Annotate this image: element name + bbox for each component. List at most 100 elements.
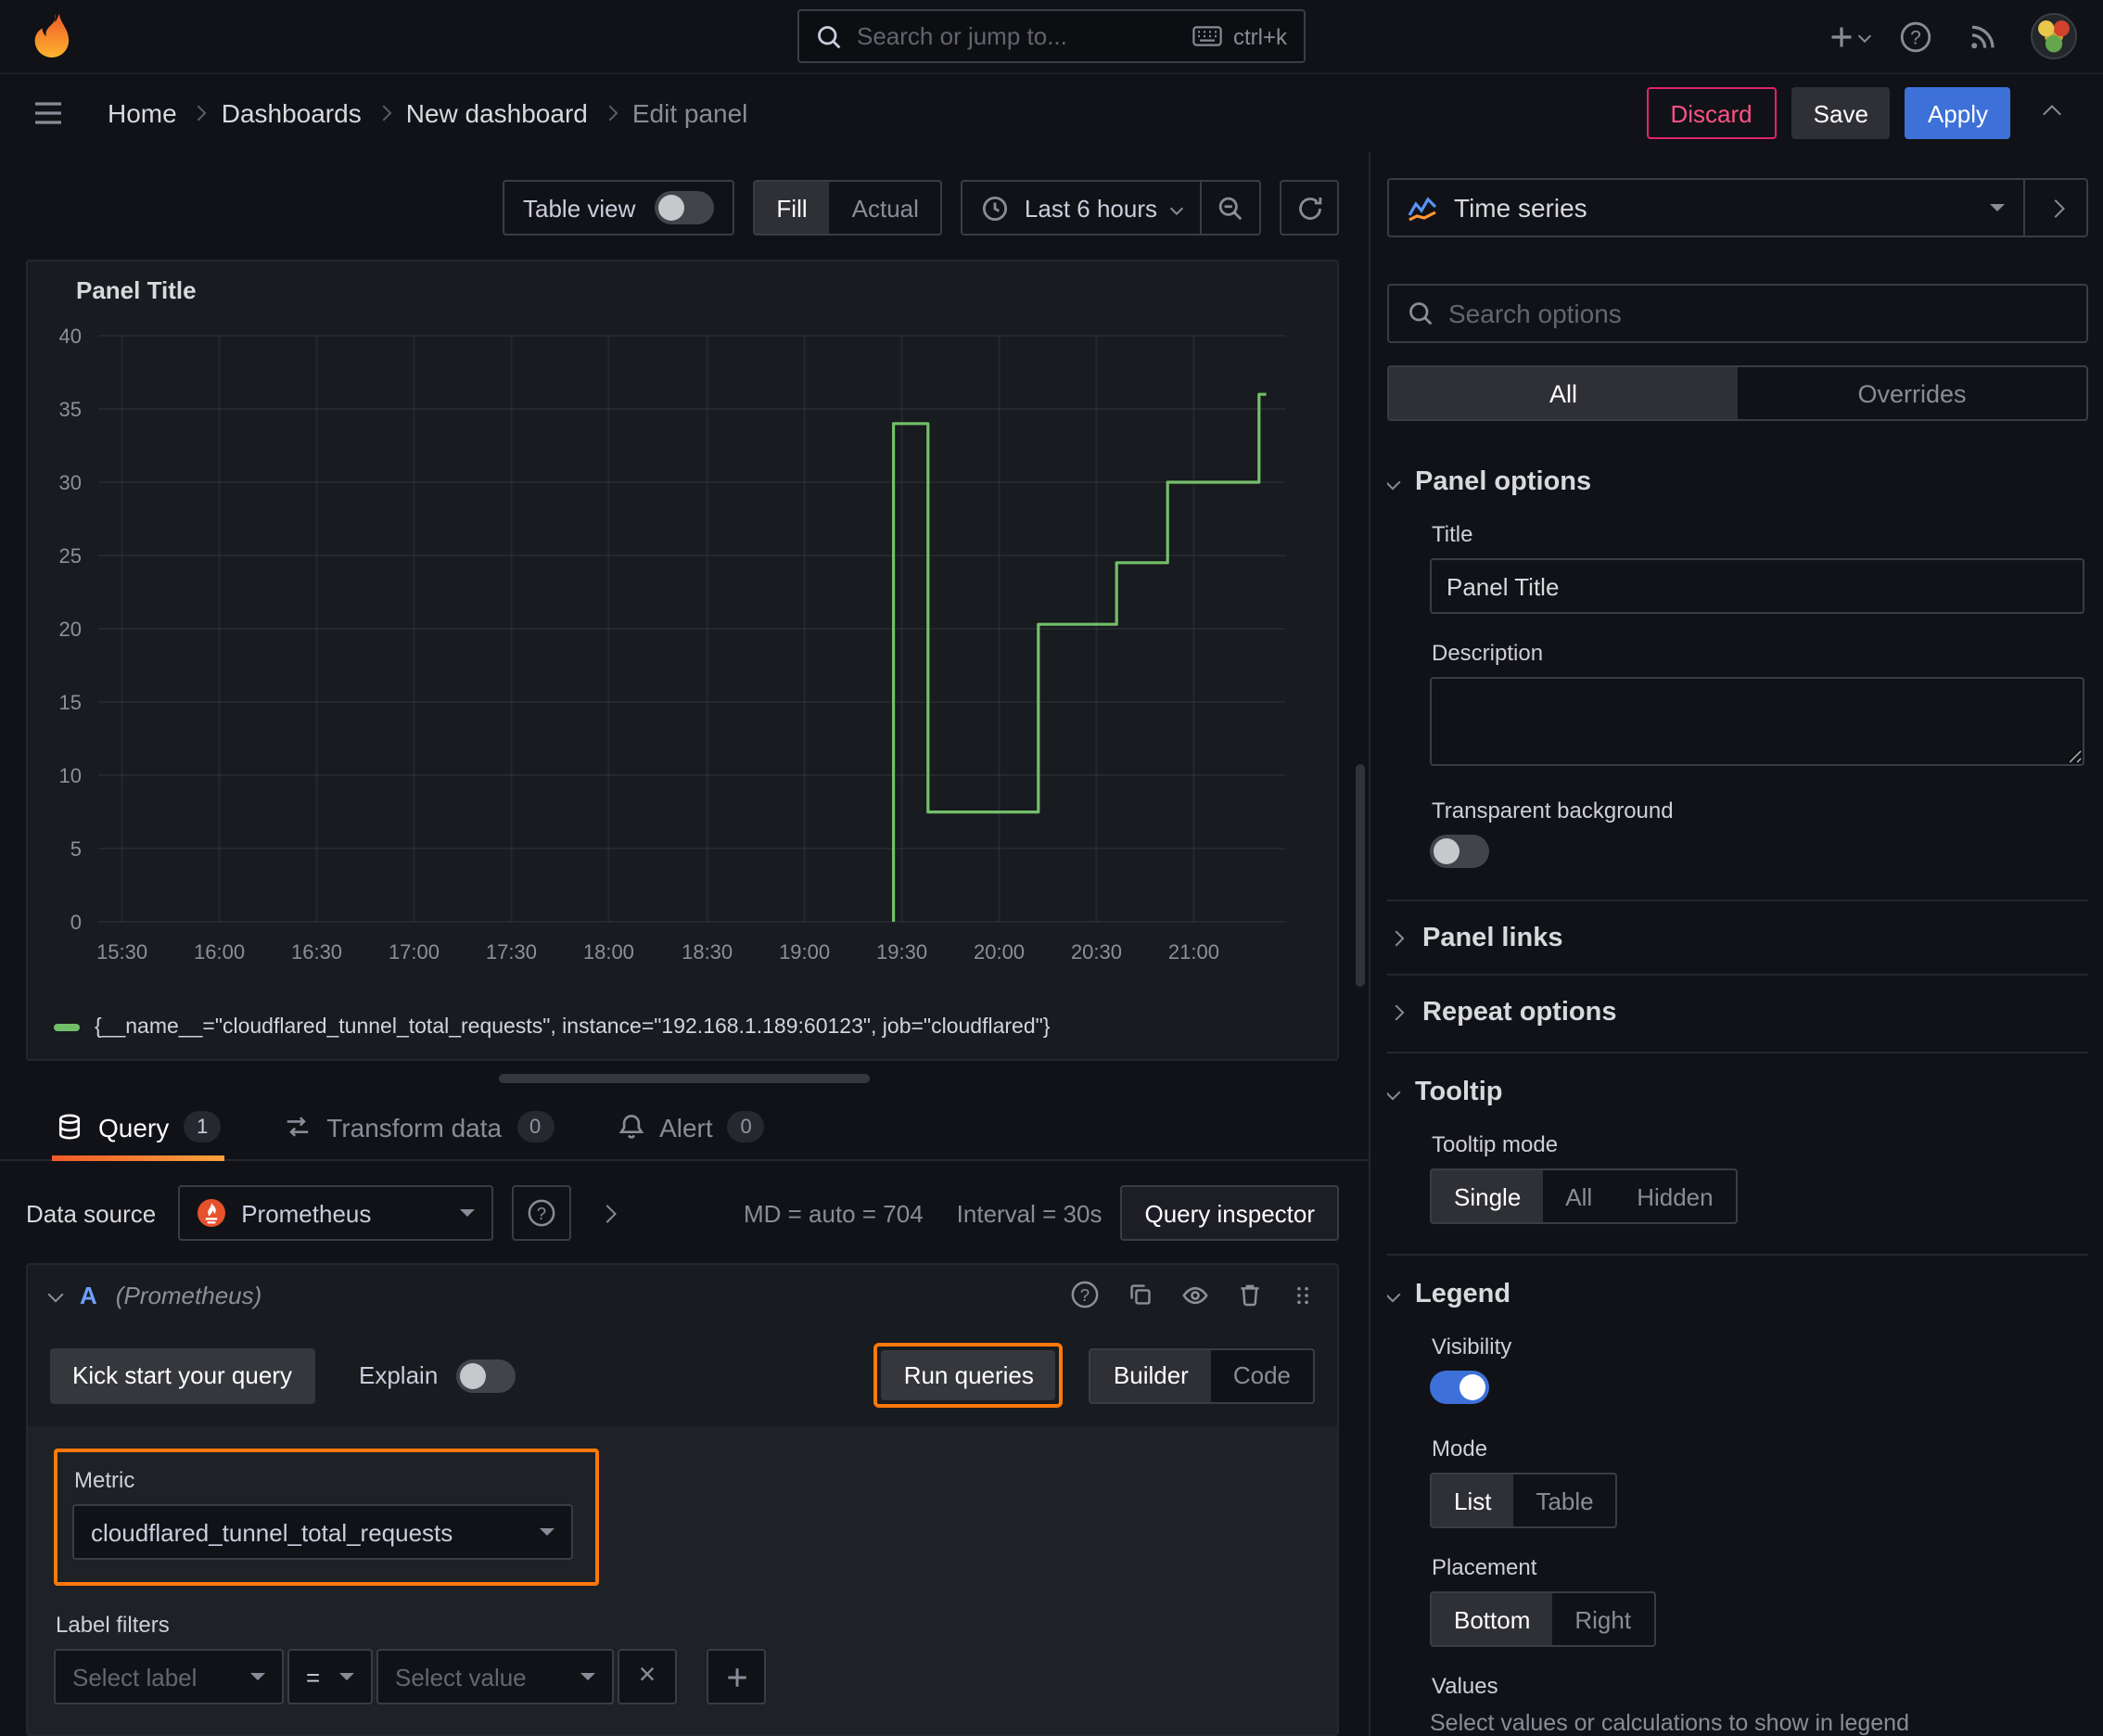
svg-text:17:30: 17:30	[486, 940, 537, 964]
breadcrumb-new-dashboard[interactable]: New dashboard	[406, 98, 588, 128]
tab-alert[interactable]: Alert 0	[613, 1111, 769, 1159]
builder-option[interactable]: Builder	[1090, 1349, 1211, 1401]
news-button[interactable]	[1956, 10, 2008, 62]
tab-transform[interactable]: Transform data 0	[280, 1111, 557, 1159]
legend-placement-bottom[interactable]: Bottom	[1432, 1593, 1553, 1645]
visualization-row: Time series	[1387, 178, 2088, 237]
help-icon[interactable]: ?	[1070, 1280, 1100, 1309]
breadcrumb-dashboards[interactable]: Dashboards	[222, 98, 362, 128]
toggle-knob	[1434, 838, 1459, 864]
pane-resize-handle[interactable]	[499, 1074, 870, 1083]
add-filter-button[interactable]	[707, 1649, 766, 1704]
search-icon	[816, 23, 842, 49]
run-queries-highlight: Run queries	[873, 1343, 1064, 1408]
options-search-input[interactable]	[1448, 299, 2068, 328]
viz-picker-toggle-button[interactable]	[2025, 178, 2088, 237]
time-range-label: Last 6 hours	[1024, 194, 1157, 222]
tooltip-mode-single[interactable]: Single	[1432, 1170, 1544, 1222]
tooltip-header[interactable]: Tooltip	[1387, 1053, 2088, 1131]
time-range-picker[interactable]: Last 6 hours	[961, 180, 1202, 236]
datasource-help-button[interactable]: ?	[512, 1185, 572, 1241]
visualization-picker[interactable]: Time series	[1387, 178, 2025, 237]
legend-series-label[interactable]: {__name__="cloudflared_tunnel_total_requ…	[95, 1016, 1050, 1039]
legend-mode-label: Mode	[1432, 1436, 1488, 1462]
global-search[interactable]: ctrl+k	[797, 9, 1306, 63]
panel-toolbar: Table view Fill Actual Last 6 hours	[0, 178, 1339, 237]
legend-mode-group: List Table	[1430, 1473, 1618, 1528]
query-options-toggle[interactable]	[598, 1204, 618, 1222]
query-row-header[interactable]: A (Prometheus) ?	[28, 1265, 1337, 1324]
code-option[interactable]: Code	[1211, 1349, 1313, 1401]
table-view-toggle[interactable]	[654, 191, 714, 224]
grafana-flame-icon	[33, 13, 69, 57]
kickstart-button[interactable]: Kick start your query	[50, 1347, 314, 1403]
tab-query[interactable]: Query 1	[52, 1111, 225, 1161]
refresh-button[interactable]	[1280, 180, 1339, 236]
transparent-background-toggle[interactable]	[1430, 835, 1489, 868]
panel-options-section: Panel options Title Description Transpar…	[1387, 443, 2088, 900]
datasource-picker[interactable]: Prometheus	[178, 1185, 494, 1241]
prometheus-icon	[197, 1198, 226, 1228]
discard-button[interactable]: Discard	[1646, 87, 1777, 139]
user-avatar[interactable]	[2031, 13, 2077, 59]
tooltip-body: Tooltip mode Single All Hidden	[1387, 1131, 2088, 1250]
legend-placement-right[interactable]: Right	[1552, 1593, 1653, 1645]
explain-control: Explain	[359, 1359, 516, 1392]
remove-filter-button[interactable]	[618, 1649, 677, 1704]
panel-description-input[interactable]	[1430, 677, 2084, 766]
hide-query-icon[interactable]	[1181, 1281, 1209, 1308]
legend-header[interactable]: Legend	[1387, 1256, 2088, 1334]
delete-query-icon[interactable]	[1237, 1282, 1263, 1308]
query-inspector-button[interactable]: Query inspector	[1120, 1185, 1339, 1241]
run-queries-button[interactable]: Run queries	[881, 1350, 1056, 1400]
zoom-out-button[interactable]	[1202, 180, 1261, 236]
tab-all[interactable]: All	[1389, 367, 1738, 419]
grafana-logo[interactable]	[26, 10, 78, 62]
tooltip-mode-all[interactable]: All	[1543, 1170, 1614, 1222]
add-menu-button[interactable]	[1823, 10, 1875, 62]
save-button[interactable]: Save	[1791, 87, 1891, 139]
vertical-scrollbar[interactable]	[1356, 764, 1365, 987]
plus-icon	[1829, 23, 1854, 49]
apply-button[interactable]: Apply	[1905, 87, 2010, 139]
global-search-input[interactable]	[857, 22, 1178, 50]
chevron-down-icon	[1387, 1084, 1401, 1101]
chevron-down-icon	[47, 1286, 64, 1303]
svg-text:0: 0	[70, 911, 82, 934]
repeat-options-section[interactable]: Repeat options	[1387, 974, 2088, 1048]
legend-visibility-toggle[interactable]	[1430, 1371, 1489, 1404]
panel-options-header[interactable]: Panel options	[1387, 443, 2088, 521]
chevron-down-icon	[1169, 200, 1184, 215]
top-navigation: ctrl+k ?	[0, 0, 2103, 74]
query-ref-id: A	[80, 1281, 97, 1308]
label-filter-label-select[interactable]: Select label	[54, 1649, 284, 1704]
query-options-summary[interactable]: MD = auto = 704 Interval = 30s	[744, 1199, 1102, 1227]
fill-option[interactable]: Fill	[754, 182, 830, 234]
label-filter-operator-select[interactable]: =	[287, 1649, 373, 1704]
duplicate-query-icon[interactable]	[1128, 1282, 1153, 1308]
metric-select[interactable]: cloudflared_tunnel_total_requests	[72, 1504, 573, 1560]
label-filters-label: Label filters	[56, 1612, 170, 1638]
collapse-editor-button[interactable]	[2025, 87, 2077, 139]
explain-toggle[interactable]	[456, 1359, 516, 1392]
tab-overrides[interactable]: Overrides	[1738, 367, 2086, 419]
help-icon: ?	[527, 1198, 556, 1228]
help-button[interactable]: ?	[1890, 10, 1942, 62]
svg-text:20: 20	[59, 618, 82, 641]
help-icon: ?	[1899, 19, 1932, 53]
label-filter-value-select[interactable]: Select value	[376, 1649, 614, 1704]
panel-title-input[interactable]	[1430, 558, 2084, 614]
breadcrumb-home[interactable]: Home	[108, 98, 177, 128]
svg-text:19:30: 19:30	[876, 940, 927, 964]
timeseries-chart[interactable]: 0 5 10 15 20 25 30 35 40 15:30 16:00 16:30 17:00 17:3…	[32, 317, 1300, 1000]
panel-links-section[interactable]: Panel links	[1387, 900, 2088, 974]
legend-mode-table[interactable]: Table	[1513, 1474, 1615, 1526]
actual-option[interactable]: Actual	[830, 182, 941, 234]
svg-text:20:00: 20:00	[974, 940, 1025, 964]
tooltip-mode-hidden[interactable]: Hidden	[1614, 1170, 1735, 1222]
panel-title: Panel Title	[76, 275, 197, 303]
legend-mode-list[interactable]: List	[1432, 1474, 1514, 1526]
drag-handle-icon[interactable]	[1291, 1283, 1315, 1307]
menu-toggle-button[interactable]	[22, 87, 74, 139]
options-search[interactable]	[1387, 284, 2088, 343]
